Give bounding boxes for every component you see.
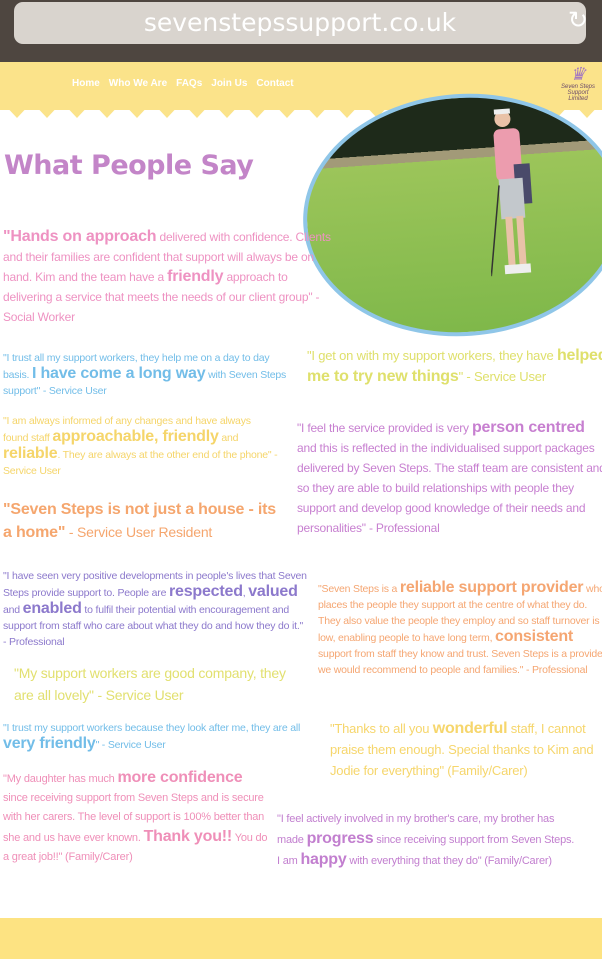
quote-text: "I trust my support workers because they… bbox=[3, 722, 301, 734]
quote-text: "My support workers are good company, th… bbox=[14, 665, 286, 703]
quote-text: " - Service User bbox=[458, 369, 547, 384]
quote-highlight: progress bbox=[306, 830, 374, 847]
testimonial-quote: "My support workers are good company, th… bbox=[14, 662, 294, 706]
nav-faqs[interactable]: FAQs bbox=[176, 78, 202, 89]
quote-text: "My daughter has much bbox=[3, 773, 118, 785]
testimonial-quote: "My daughter has much more confidence si… bbox=[3, 768, 268, 867]
quote-highlight: enabled bbox=[22, 600, 82, 617]
quote-text: and bbox=[3, 604, 23, 616]
nav-home[interactable]: Home bbox=[72, 78, 100, 89]
page-title: What People Say bbox=[4, 150, 254, 181]
nav-contact[interactable]: Contact bbox=[256, 78, 293, 89]
quote-highlight: reliable bbox=[3, 445, 58, 462]
quote-text: "I feel the service provided is very bbox=[297, 421, 472, 435]
testimonial-quote: "I am always informed of any changes and… bbox=[3, 413, 278, 479]
quote-highlight: Thank you!! bbox=[143, 828, 233, 845]
site-footer bbox=[0, 918, 602, 959]
nav-join-us[interactable]: Join Us bbox=[211, 78, 247, 89]
testimonial-quote: "Thanks to all you wonderful staff, I ca… bbox=[330, 718, 602, 781]
testimonial-quote: "I feel actively involved in my brother'… bbox=[277, 810, 577, 871]
person-figure bbox=[490, 108, 533, 277]
reload-icon[interactable]: ↻ bbox=[568, 6, 588, 35]
site-logo[interactable]: ♛ Seven Steps Support Limited bbox=[554, 64, 602, 104]
quote-highlight: person centred bbox=[471, 419, 585, 436]
golf-photo bbox=[294, 83, 602, 347]
quote-highlight: approachable, friendly bbox=[52, 428, 219, 445]
quote-text: "Seven Steps is a bbox=[318, 583, 400, 595]
quote-highlight: very friendly bbox=[3, 735, 96, 752]
testimonial-quote: "I have seen very positive developments … bbox=[3, 568, 308, 650]
testimonial-quote: "I get on with my support workers, they … bbox=[307, 345, 602, 387]
quote-highlight: wonderful bbox=[432, 720, 508, 737]
testimonial-quote: "Seven Steps is not just a house - its a… bbox=[3, 498, 288, 544]
address-bar[interactable]: sevenstepssupport.co.uk bbox=[14, 2, 586, 44]
nav-who-we-are[interactable]: Who We Are bbox=[109, 78, 167, 89]
quote-text: - Service User Resident bbox=[65, 524, 213, 540]
quote-highlight: I have come a long way bbox=[31, 365, 206, 382]
quote-highlight: respected bbox=[168, 583, 243, 600]
quote-highlight: "Hands on approach bbox=[3, 228, 157, 245]
testimonial-quote: "I trust all my support workers, they he… bbox=[3, 350, 293, 399]
quote-highlight: happy bbox=[300, 851, 347, 868]
quote-text: "Thanks to all you bbox=[330, 721, 433, 736]
browser-toolbar: sevenstepssupport.co.uk ↻ bbox=[0, 0, 602, 62]
quote-highlight: reliable support provider bbox=[399, 579, 584, 596]
quote-highlight: friendly bbox=[167, 268, 224, 285]
testimonial-quote: "Hands on approach delivered with confid… bbox=[3, 227, 333, 327]
quote-text: and bbox=[218, 432, 239, 444]
testimonial-quote: "I feel the service provided is very per… bbox=[297, 418, 602, 538]
quote-text: " - Service User bbox=[95, 739, 166, 751]
quote-highlight: consistent bbox=[495, 628, 574, 645]
url-text: sevenstepssupport.co.uk bbox=[143, 8, 457, 37]
quote-text: "I get on with my support workers, they … bbox=[307, 348, 557, 363]
main-nav: Home Who We Are FAQs Join Us Contact bbox=[72, 78, 294, 89]
testimonial-quote: "Seven Steps is a reliable support provi… bbox=[318, 580, 602, 678]
quote-highlight: valued bbox=[248, 583, 298, 600]
crown-icon: ♛ bbox=[569, 64, 587, 84]
testimonial-quote: "I trust my support workers because they… bbox=[3, 720, 313, 753]
logo-text: Seven Steps Support bbox=[560, 84, 596, 96]
quote-text: with everything that they do" (Family/Ca… bbox=[346, 855, 552, 867]
logo-subtext: Limited bbox=[568, 96, 588, 102]
quote-highlight: more confidence bbox=[117, 769, 243, 786]
quote-text: support from staff they know and trust. … bbox=[318, 648, 602, 676]
quote-text: and this is reflected in the individuali… bbox=[297, 441, 602, 535]
